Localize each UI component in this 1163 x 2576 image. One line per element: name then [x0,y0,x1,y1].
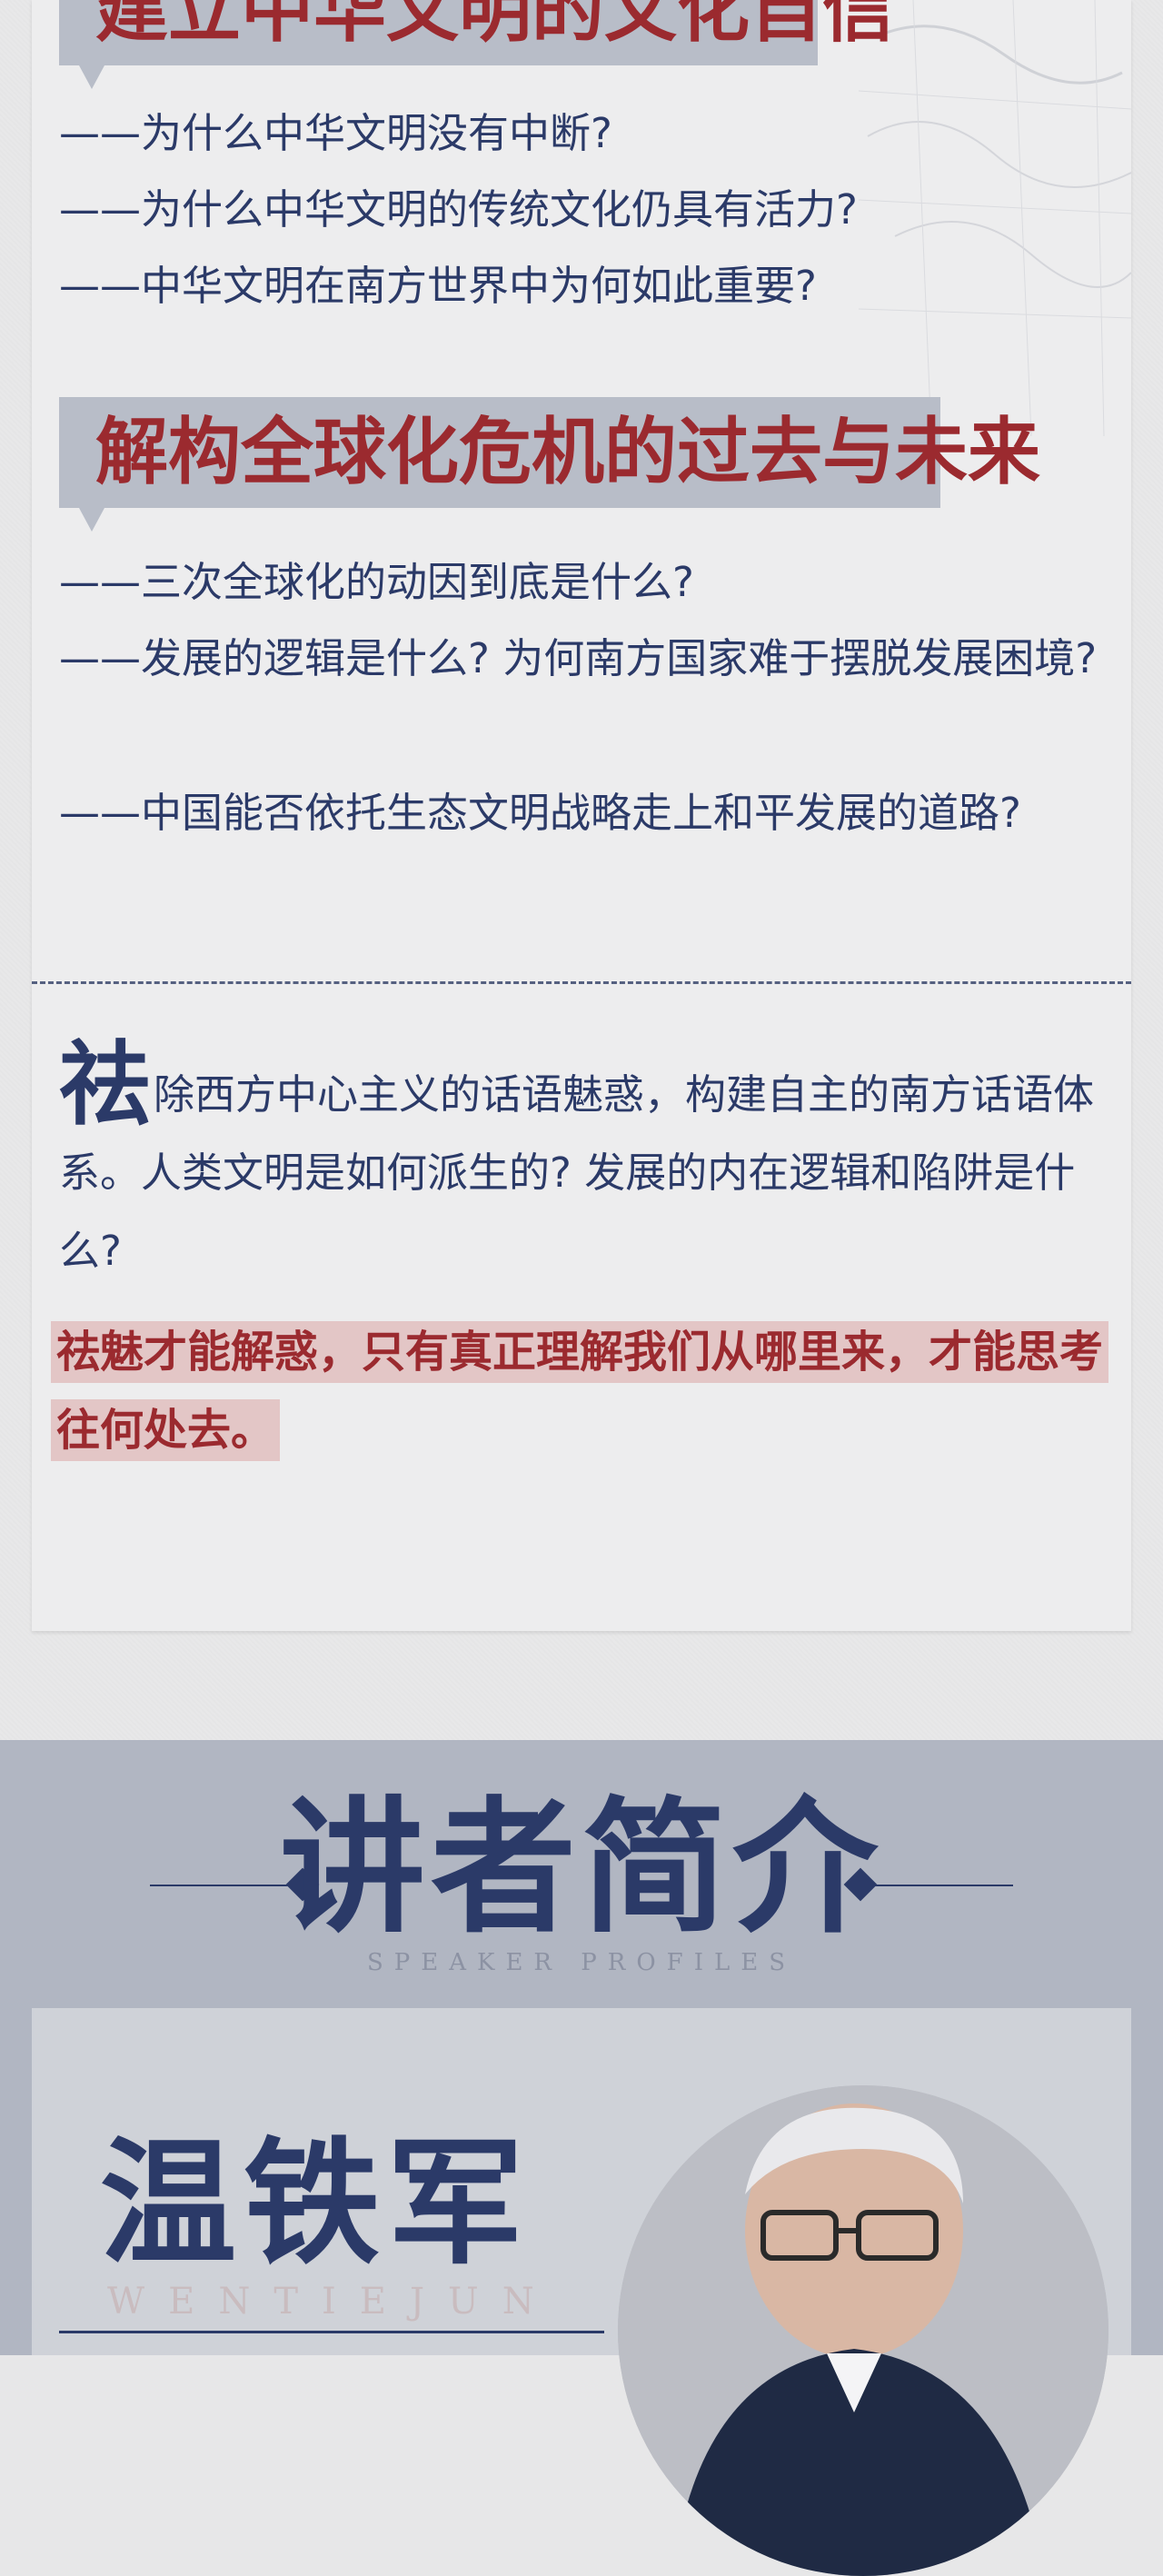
speaker-section-subtitle: SPEAKER PROFILES [366,1949,797,1976]
speaker-name: 温铁军 [100,2123,532,2283]
section-heading-box: 解构全球化危机的过去与未来 [59,397,1040,532]
question-item: ——中国能否依托生态文明战略走上和平发展的道路? [59,789,1021,837]
dashed-divider [32,981,1131,984]
speaker-name-pinyin: WENTIEJUN [107,2281,558,2322]
person-photo-icon [618,2085,1108,2576]
drop-cap: 祛 [59,1030,150,1138]
section-heading: 解构全球化危机的过去与未来 [95,409,1040,494]
speaker-portrait [618,2085,1108,2576]
question-item: ——为什么中华文明没有中断? [59,109,612,157]
heading-pointer [79,508,104,532]
name-underline [59,2331,604,2333]
section-heading-box: 建立中华文明的文化自信 [59,0,895,89]
section-heading: 建立中华文明的文化自信 [95,0,895,52]
highlight-text: 祛魅才能解惑，只有真正理解我们从哪里来，才能思考往何处去。 [51,1321,1109,1461]
map-illustration [859,0,1131,436]
intro-paragraph: 祛除西方中心主义的话语魅惑，构建自主的南方话语体系。人类文明是如何派生的? 发展… [59,1039,1113,1290]
intro-text: 除西方中心主义的话语魅惑，构建自主的南方话语体系。人类文明是如何派生的? 发展的… [59,1070,1095,1275]
question-item: ——为什么中华文明的传统文化仍具有活力? [59,185,858,234]
question-item: ——中华文明在南方世界中为何如此重要? [59,262,817,310]
heading-pointer [79,65,104,89]
speaker-section-title: 讲者简介 [279,1782,883,1953]
question-item: ——发展的逻辑是什么? 为何南方国家难于摆脱发展困境? [59,634,1098,682]
highlight-quote: 祛魅才能解惑，只有真正理解我们从哪里来，才能思考往何处去。 [51,1313,1123,1469]
question-item: ——三次全球化的动因到底是什么? [59,558,694,606]
